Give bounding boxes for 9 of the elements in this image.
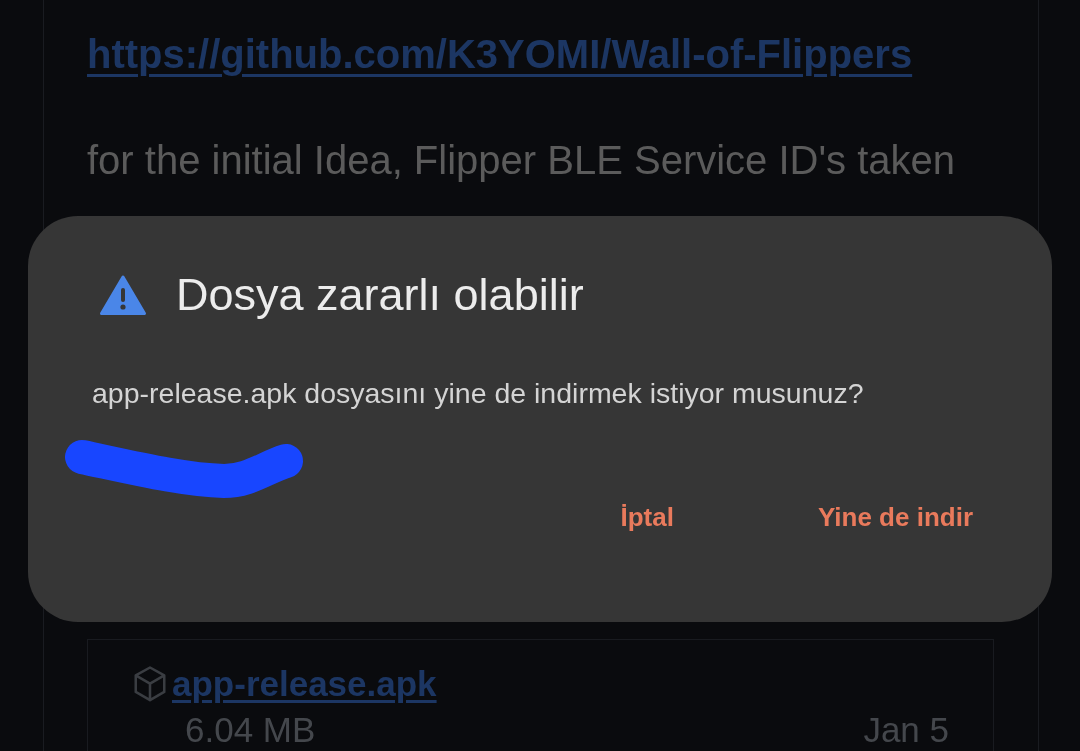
- download-button[interactable]: Yine de indir: [803, 491, 987, 543]
- cancel-button[interactable]: İptal: [606, 491, 688, 543]
- readme-paragraph: for the initial Idea, Flipper BLE Service ID's taken: [87, 137, 956, 184]
- dialog-title: Dosya zararlı olabilir: [176, 273, 584, 317]
- dialog-message: app-release.apk dosyasını yine de indirmek istiyor musunuz?: [92, 377, 865, 409]
- file-size: 6.04 MB: [185, 712, 316, 748]
- cube-icon: [132, 665, 168, 703]
- release-date: Jan 5: [863, 712, 949, 748]
- warning-icon: [99, 274, 147, 316]
